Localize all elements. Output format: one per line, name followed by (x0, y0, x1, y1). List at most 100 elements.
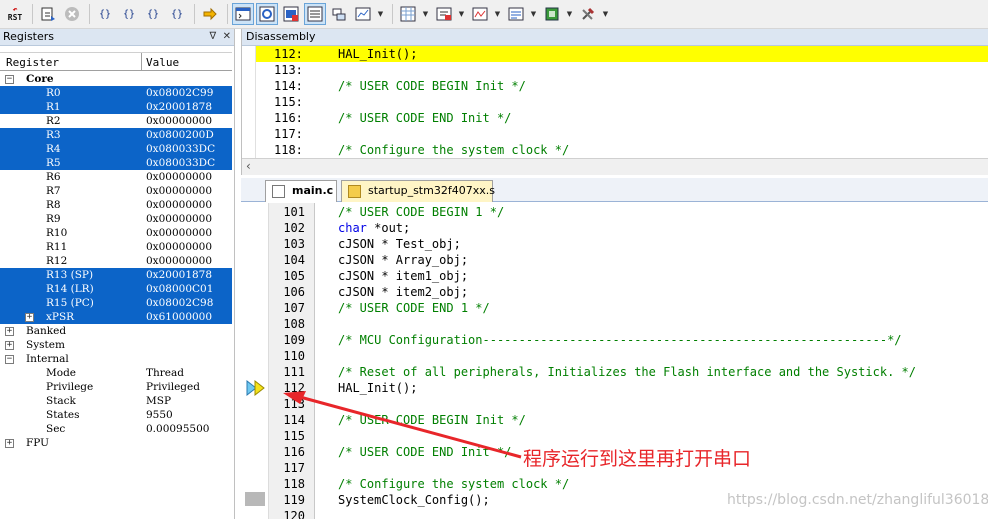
registers-window-button[interactable] (304, 3, 326, 25)
register-value[interactable]: 0x00000000 (146, 198, 212, 212)
register-value[interactable]: 0x20001878 (146, 268, 212, 282)
disassembly-window-button[interactable] (256, 3, 278, 25)
code-line[interactable]: 117 (241, 460, 988, 476)
command-window-button[interactable] (232, 3, 254, 25)
register-value[interactable]: 0x00000000 (146, 226, 212, 240)
code-line[interactable]: 101 /* USER CODE BEGIN 1 */ (241, 204, 988, 220)
disassembly-line[interactable]: 112: HAL_Init(); (256, 46, 988, 62)
internal-row[interactable]: Sec 0.00095500 (0, 422, 232, 436)
code-line[interactable]: 119 SystemClock_Config(); (241, 492, 988, 508)
disassembly-body[interactable]: 112: HAL_Init(); 113: 114: /* USER CODE BEGI… (242, 46, 988, 158)
register-value[interactable]: 0x00000000 (146, 254, 212, 268)
register-row[interactable]: R13 (SP) 0x20001878 (0, 268, 232, 282)
stop-button[interactable] (61, 3, 83, 25)
disassembly-line[interactable]: 117: (256, 126, 988, 142)
register-value[interactable]: Privileged (146, 380, 200, 394)
show-next-statement-button[interactable] (199, 3, 221, 25)
tree-node-fpu[interactable]: + FPU (0, 436, 232, 450)
code-line[interactable]: 108 (241, 316, 988, 332)
code-line[interactable]: 116 /* USER CODE END Init */ (241, 444, 988, 460)
disassembly-line[interactable]: 116: /* USER CODE END Init */ (256, 110, 988, 126)
code-line[interactable]: 103 cJSON * Test_obj; (241, 236, 988, 252)
register-value[interactable]: 0x00000000 (146, 114, 212, 128)
collapse-icon[interactable]: − (5, 355, 14, 364)
pin-icon[interactable]: ∇ (210, 31, 217, 42)
register-row[interactable]: R5 0x080033DC (0, 156, 232, 170)
register-value[interactable]: 0x00000000 (146, 240, 212, 254)
code-line[interactable]: 111 /* Reset of all peripherals, Initiali… (241, 364, 988, 380)
serial-window-button[interactable] (433, 3, 455, 25)
code-coverage-marker[interactable] (245, 492, 265, 506)
register-row[interactable]: R11 0x00000000 (0, 240, 232, 254)
register-value[interactable]: 0x080033DC (146, 156, 215, 170)
register-row[interactable]: R0 0x08002C99 (0, 86, 232, 100)
register-value[interactable]: 0x00000000 (146, 170, 212, 184)
close-icon[interactable]: ✕ (223, 31, 231, 42)
register-value[interactable]: Thread (146, 366, 184, 380)
toolbox-dropdown-arrow-icon[interactable]: ▼ (601, 10, 610, 18)
code-line[interactable]: 115 (241, 428, 988, 444)
system-viewer-button[interactable] (541, 3, 563, 25)
register-row[interactable]: R15 (PC) 0x08002C98 (0, 296, 232, 310)
internal-row[interactable]: Stack MSP (0, 394, 232, 408)
symbols-window-button[interactable] (280, 3, 302, 25)
expand-icon[interactable]: + (5, 341, 14, 350)
code-line[interactable]: 109 /* MCU Configuration-----------------… (241, 332, 988, 348)
register-value[interactable]: 0x08000C01 (146, 282, 213, 296)
tree-node-internal[interactable]: − Internal (0, 352, 232, 366)
register-value[interactable]: 9550 (146, 408, 173, 422)
tab-startup-s[interactable]: startup_stm32f407xx.s (341, 180, 495, 202)
register-row[interactable]: R10 0x00000000 (0, 226, 232, 240)
analysis-window-button[interactable] (469, 3, 491, 25)
register-row[interactable]: R2 0x00000000 (0, 114, 232, 128)
analysis-dropdown-arrow-icon[interactable]: ▼ (493, 10, 502, 18)
disassembly-line[interactable]: 113: (256, 62, 988, 78)
disassembly-gutter[interactable] (242, 46, 256, 158)
tab-main-c[interactable]: main.c (265, 180, 337, 202)
source-editor[interactable]: 101/* USER CODE BEGIN 1 */102 char *out; 1… (241, 203, 988, 519)
disassembly-hscrollbar[interactable]: ‹ (242, 158, 988, 175)
value-column-header[interactable]: Value (146, 56, 179, 69)
toolbox-button[interactable] (577, 3, 599, 25)
scroll-left-arrow-icon[interactable]: ‹ (246, 159, 251, 173)
disassembly-line[interactable]: 118: /* Configure the system clock */ (256, 142, 988, 158)
expand-icon[interactable]: + (25, 313, 34, 322)
collapse-icon[interactable]: − (5, 75, 14, 84)
register-row[interactable]: R1 0x20001878 (0, 100, 232, 114)
register-row[interactable]: R4 0x080033DC (0, 142, 232, 156)
run-to-cursor-button[interactable]: {} (166, 3, 188, 25)
trace-dropdown-arrow-icon[interactable]: ▼ (529, 10, 538, 18)
register-value[interactable]: 0x20001878 (146, 100, 212, 114)
system-viewer-dropdown-arrow-icon[interactable]: ▼ (565, 10, 574, 18)
code-line[interactable]: 107 /* USER CODE END 1 */ (241, 300, 988, 316)
register-value[interactable]: 0x00000000 (146, 184, 212, 198)
register-column-header[interactable]: Register (6, 56, 59, 69)
code-line[interactable]: 120 (241, 508, 988, 519)
register-value[interactable]: 0x08002C99 (146, 86, 213, 100)
run-button[interactable] (37, 3, 59, 25)
expand-icon[interactable]: + (5, 439, 14, 448)
trace-window-button[interactable] (505, 3, 527, 25)
step-over-button[interactable]: {} (118, 3, 140, 25)
memory-dropdown-arrow-icon[interactable]: ▼ (421, 10, 430, 18)
step-out-button[interactable]: {} (142, 3, 164, 25)
disassembly-line[interactable]: 115: (256, 94, 988, 110)
step-into-button[interactable]: {} (94, 3, 116, 25)
register-row[interactable]: R8 0x00000000 (0, 198, 232, 212)
register-row[interactable]: R9 0x00000000 (0, 212, 232, 226)
register-value[interactable]: 0x61000000 (146, 310, 212, 324)
code-line[interactable]: 104 cJSON * Array_obj; (241, 252, 988, 268)
register-value[interactable]: MSP (146, 394, 171, 408)
disassembly-line[interactable]: 114: /* USER CODE BEGIN Init */ (256, 78, 988, 94)
register-value[interactable]: 0.00095500 (146, 422, 209, 436)
expand-icon[interactable]: + (5, 327, 14, 336)
internal-row[interactable]: Privilege Privileged (0, 380, 232, 394)
tree-node-banked[interactable]: + Banked (0, 324, 232, 338)
code-line[interactable]: 105 cJSON * item1_obj; (241, 268, 988, 284)
register-row[interactable]: R6 0x00000000 (0, 170, 232, 184)
code-line[interactable]: 110 (241, 348, 988, 364)
code-line[interactable]: 118 /* Configure the system clock */ (241, 476, 988, 492)
watch-dropdown-arrow-icon[interactable]: ▼ (376, 10, 385, 18)
call-stack-button[interactable] (328, 3, 350, 25)
internal-row[interactable]: States 9550 (0, 408, 232, 422)
